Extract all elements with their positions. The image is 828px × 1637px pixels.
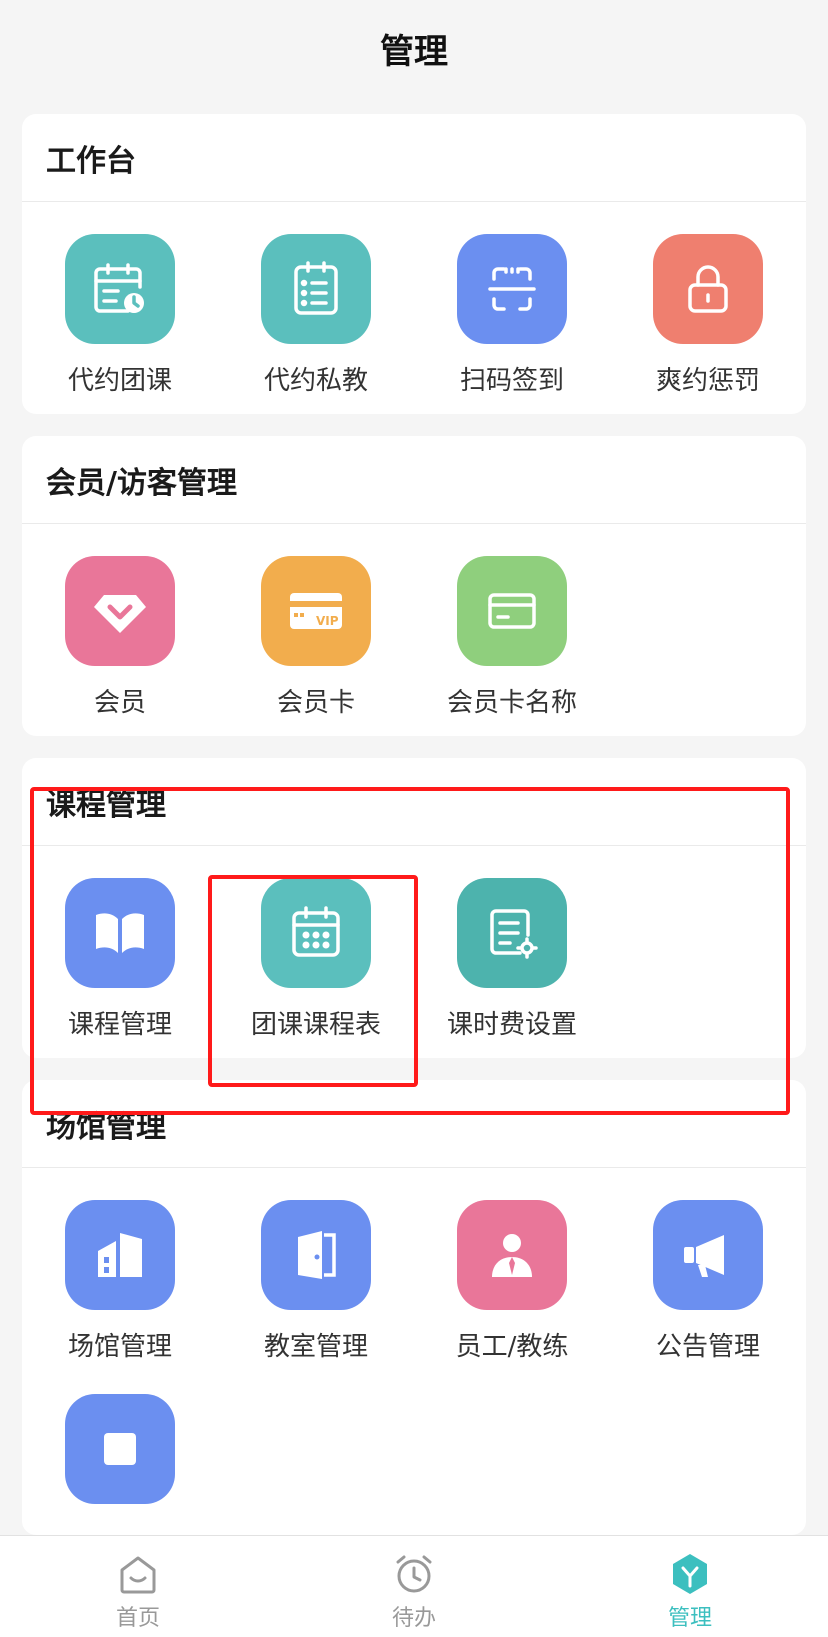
home-icon	[120, 1556, 156, 1594]
tab-label: 管理	[667, 1606, 712, 1631]
menu-item-member[interactable]: 会员	[22, 556, 218, 736]
menu-item-label: 课时费设置	[446, 1010, 577, 1040]
section-course-management: 课程管理 课程管理 团课课程表 课时费设置	[22, 758, 806, 1058]
section-title: 工作台	[22, 114, 806, 202]
menu-item-venue-management[interactable]: 场馆管理	[22, 1200, 218, 1394]
calendar-icon	[261, 878, 371, 988]
menu-item-staff-coach[interactable]: 员工/教练	[414, 1200, 610, 1394]
square-icon	[65, 1394, 175, 1504]
door-icon	[261, 1200, 371, 1310]
section-venue-management: 场馆管理 场馆管理 教室管理 员工/教练 公告管理	[22, 1080, 806, 1535]
tab-label: 首页	[115, 1606, 160, 1631]
page-title: 管理	[380, 31, 448, 72]
section-member-visitor: 会员/访客管理 会员 VIP 会员卡 会员卡名称	[22, 436, 806, 736]
bottom-tab-bar: 首页 待办 管理	[0, 1535, 828, 1637]
menu-item-scan-checkin[interactable]: 扫码签到	[414, 234, 610, 414]
doc-settings-icon	[457, 878, 567, 988]
menu-item-member-card-name[interactable]: 会员卡名称	[414, 556, 610, 736]
menu-item-label: 代约私教	[263, 366, 368, 396]
menu-item-label: 公告管理	[655, 1332, 760, 1362]
menu-item-label: 爽约惩罚	[655, 366, 760, 396]
card-icon	[457, 556, 567, 666]
menu-item-label: 课程管理	[67, 1010, 172, 1040]
menu-item-label: 代约团课	[67, 366, 172, 396]
lock-icon	[653, 234, 763, 344]
menu-item-label: 教室管理	[263, 1332, 368, 1362]
section-title: 场馆管理	[22, 1080, 806, 1168]
tab-manage[interactable]: 管理	[552, 1536, 828, 1637]
tab-label: 待办	[391, 1606, 436, 1631]
section-title: 课程管理	[22, 758, 806, 846]
menu-item-label: 扫码签到	[459, 366, 564, 396]
staff-icon	[457, 1200, 567, 1310]
menu-item-label: 员工/教练	[455, 1332, 569, 1362]
section-title: 会员/访客管理	[22, 436, 806, 524]
menu-item-member-card[interactable]: VIP 会员卡	[218, 556, 414, 736]
menu-item-group-class-schedule[interactable]: 团课课程表	[218, 878, 414, 1058]
menu-item-label: 会员	[93, 688, 146, 718]
menu-item-label: 会员卡名称	[446, 688, 577, 718]
menu-item-no-show-penalty[interactable]: 爽约惩罚	[610, 234, 806, 414]
menu-item-more[interactable]	[22, 1394, 218, 1535]
clipboard-list-icon	[261, 234, 371, 344]
menu-item-announcement-management[interactable]: 公告管理	[610, 1200, 806, 1394]
menu-item-proxy-private-coach[interactable]: 代约私教	[218, 234, 414, 414]
diamond-icon	[65, 556, 175, 666]
menu-item-classroom-management[interactable]: 教室管理	[218, 1200, 414, 1394]
menu-item-label: 会员卡	[276, 688, 355, 718]
menu-item-course-management[interactable]: 课程管理	[22, 878, 218, 1058]
alarm-clock-icon	[396, 1555, 432, 1593]
manage-hexagon-icon	[673, 1554, 707, 1594]
top-nav-bar: 管理	[0, 0, 828, 96]
building-icon	[65, 1200, 175, 1310]
megaphone-icon	[653, 1200, 763, 1310]
book-icon	[65, 878, 175, 988]
scan-icon	[457, 234, 567, 344]
menu-item-label: 团课课程表	[250, 1010, 381, 1040]
calendar-clock-icon	[65, 234, 175, 344]
tab-home[interactable]: 首页	[0, 1536, 276, 1637]
menu-item-label: 场馆管理	[67, 1332, 172, 1362]
tab-todo[interactable]: 待办	[276, 1536, 552, 1637]
vip-badge-text: VIP	[316, 614, 339, 628]
vip-card-icon: VIP	[261, 556, 371, 666]
menu-item-class-fee-settings[interactable]: 课时费设置	[414, 878, 610, 1058]
menu-item-proxy-group-class[interactable]: 代约团课	[22, 234, 218, 414]
section-workbench: 工作台 代约团课 代约私教 扫码签到 爽约惩罚	[22, 114, 806, 414]
